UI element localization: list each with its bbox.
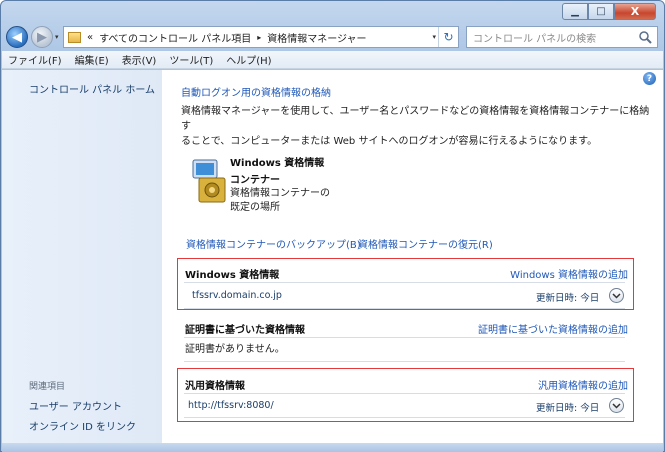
- divider: [184, 308, 625, 309]
- back-button[interactable]: ◀: [6, 26, 28, 48]
- search-placeholder: コントロール パネルの検索: [473, 33, 597, 45]
- credential-vault-icon: [192, 159, 226, 203]
- close-button[interactable]: X: [614, 3, 656, 20]
- search-input[interactable]: コントロール パネルの検索: [466, 26, 658, 48]
- menu-edit[interactable]: 編集(E): [75, 52, 109, 67]
- breadcrumb-all-items[interactable]: すべてのコントロール パネル項目: [99, 30, 251, 45]
- refresh-button[interactable]: ↻: [438, 27, 458, 47]
- chevron-down-icon: [612, 292, 621, 299]
- vault-title-line-2: コンテナー: [230, 175, 280, 186]
- related-items-heading: 関連項目: [29, 382, 66, 392]
- vault-info: Windows 資格情報 コンテナー 資格情報コンテナーの 既定の場所: [230, 154, 330, 215]
- maximize-button[interactable]: □: [588, 3, 614, 20]
- description-line-2: ることで、コンピューターまたは Web サイトへのログオンが容易に行えるようにな…: [181, 136, 598, 147]
- breadcrumb-separator-icon[interactable]: ▸: [257, 33, 261, 42]
- control-panel-icon: [68, 31, 81, 43]
- certificate-credentials-title: 証明書に基づいた資格情報: [185, 325, 305, 336]
- add-windows-credential-link[interactable]: Windows 資格情報の追加: [510, 266, 628, 281]
- generic-credentials-title: 汎用資格情報: [185, 381, 245, 392]
- divider: [184, 393, 625, 394]
- expand-windows-credential-button[interactable]: [609, 288, 624, 303]
- expand-generic-credential-button[interactable]: [609, 398, 624, 413]
- window-controls: ▁ □ X: [562, 3, 656, 20]
- description: 資格情報マネージャーを使用して、ユーザー名とパスワードなどの資格情報を資格情報コ…: [181, 104, 651, 149]
- menu-tools[interactable]: ツール(T): [169, 52, 213, 67]
- link-online-id-link[interactable]: オンライン ID をリンク: [29, 418, 136, 433]
- menu-help[interactable]: ヘルプ(H): [226, 52, 271, 67]
- divider: [184, 417, 625, 418]
- vault-subtitle-line-1: 資格情報コンテナーの: [230, 188, 330, 199]
- divider: [184, 361, 625, 362]
- vault-title-line-1: Windows 資格情報: [230, 158, 325, 169]
- address-bar[interactable]: « すべてのコントロール パネル項目 ▸ 資格情報マネージャー ▾ ↻: [63, 26, 459, 48]
- address-dropdown-icon[interactable]: ▾: [432, 33, 436, 41]
- main-content: ? 自動ログオン用の資格情報の格納 資格情報マネージャーを使用して、ユーザー名と…: [162, 70, 663, 443]
- menu-file[interactable]: ファイル(F): [8, 52, 62, 67]
- forward-button[interactable]: ▶: [31, 26, 53, 48]
- explorer-window: ▁ □ X ◀ ▶ ▾ « すべてのコントロール パネル項目 ▸ 資格情報マネー…: [0, 0, 665, 452]
- windows-credential-entry[interactable]: tfssrv.domain.co.jp: [192, 290, 282, 301]
- backup-vault-link[interactable]: 資格情報コンテナーのバックアップ(B): [186, 236, 361, 251]
- help-icon[interactable]: ?: [643, 72, 656, 85]
- autologon-link[interactable]: 自動ログオン用の資格情報の格納: [181, 84, 331, 99]
- divider: [184, 337, 625, 338]
- sidebar: コントロール パネル ホーム 関連項目 ユーザー アカウント オンライン ID …: [2, 70, 162, 443]
- description-line-1: 資格情報マネージャーを使用して、ユーザー名とパスワードなどの資格情報を資格情報コ…: [181, 106, 650, 132]
- generic-credential-entry[interactable]: http://tfssrv:8080/: [188, 400, 274, 411]
- menu-view[interactable]: 表示(V): [122, 52, 157, 67]
- windows-credential-modified: 更新日時: 今日: [536, 293, 600, 304]
- breadcrumb-credential-manager[interactable]: 資格情報マネージャー: [267, 30, 366, 45]
- divider: [184, 282, 625, 283]
- windows-credentials-title: Windows 資格情報: [185, 270, 280, 281]
- search-icon[interactable]: [638, 30, 652, 44]
- vault-subtitle-line-2: 既定の場所: [230, 202, 280, 213]
- chevron-down-icon: [612, 402, 621, 409]
- restore-vault-link[interactable]: 資格情報コンテナーの復元(R): [358, 236, 493, 251]
- window-bottom-border: [2, 443, 663, 452]
- breadcrumb-overflow-icon[interactable]: «: [87, 32, 93, 43]
- history-dropdown-icon[interactable]: ▾: [55, 33, 59, 41]
- minimize-button[interactable]: ▁: [562, 3, 588, 20]
- add-generic-credential-link[interactable]: 汎用資格情報の追加: [538, 377, 628, 392]
- user-accounts-link[interactable]: ユーザー アカウント: [29, 398, 122, 413]
- add-certificate-credential-link[interactable]: 証明書に基づいた資格情報の追加: [478, 321, 628, 336]
- menu-bar: ファイル(F) 編集(E) 表示(V) ツール(T) ヘルプ(H): [2, 51, 663, 69]
- generic-credential-modified: 更新日時: 今日: [536, 403, 600, 414]
- control-panel-home-link[interactable]: コントロール パネル ホーム: [29, 81, 155, 96]
- no-certificates-text: 証明書がありません。: [185, 344, 285, 355]
